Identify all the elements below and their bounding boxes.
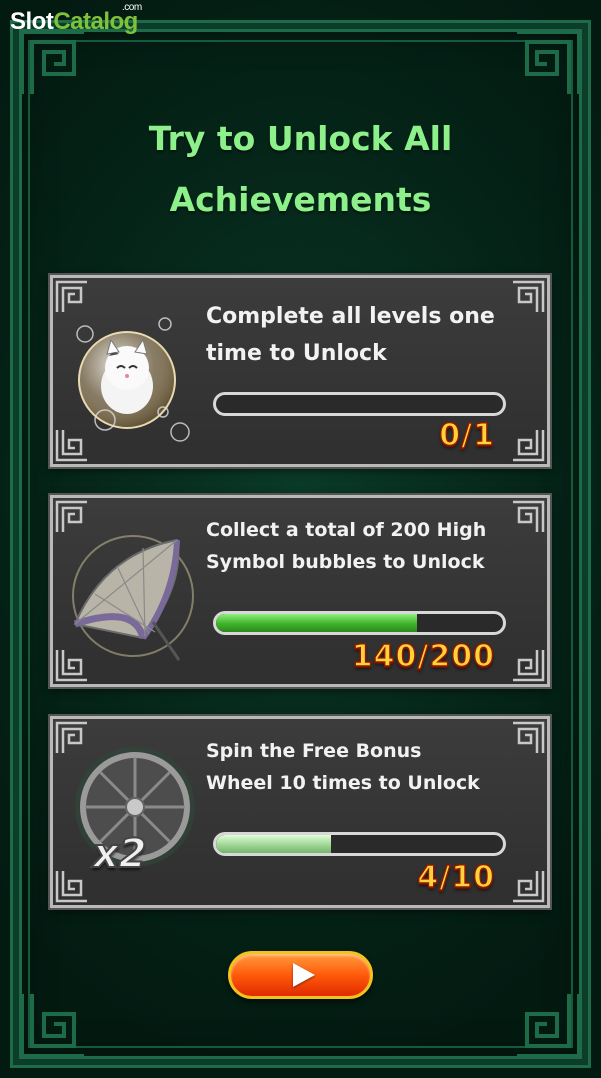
play-icon: [292, 963, 315, 987]
play-button[interactable]: [228, 951, 373, 999]
progress-count: 4/10: [417, 859, 495, 896]
achievement-card-bubbles: Collect a total of 200 High Symbol bubbl…: [50, 495, 550, 687]
multiplier-badge: x2: [92, 830, 148, 878]
progress-fill: [216, 614, 417, 632]
fret-corner-icon: [513, 430, 545, 462]
fret-corner-icon: [513, 650, 545, 682]
desc-line-2: time to Unlock: [206, 341, 387, 366]
progress-count: 140/200: [351, 638, 495, 675]
lucky-cat-bubble-icon: [76, 317, 190, 442]
progress-bar: [213, 832, 506, 856]
umbrella-icon: [72, 535, 194, 661]
fret-corner-icon: [517, 994, 581, 1058]
progress-count: 0/1: [439, 417, 495, 454]
desc-line-2: Symbol bubbles to Unlock: [206, 551, 485, 573]
watermark-com: .com: [122, 2, 142, 13]
progress-bar: [213, 392, 506, 416]
desc-line-1: Collect a total of 200 High: [206, 519, 487, 541]
fret-corner-icon: [513, 280, 545, 312]
achievement-description: Spin the Free Bonus Wheel 10 times to Un…: [206, 735, 480, 799]
progress-fill: [216, 835, 331, 853]
fret-corner-icon: [20, 994, 84, 1058]
desc-line-1: Complete all levels one: [206, 304, 495, 329]
fret-corner-icon: [517, 30, 581, 94]
achievement-card-levels: Complete all levels one time to Unlock 0…: [50, 275, 550, 467]
fret-corner-icon: [513, 721, 545, 753]
desc-line-2: Wheel 10 times to Unlock: [206, 772, 480, 794]
fret-corner-icon: [513, 500, 545, 532]
fret-corner-icon: [513, 871, 545, 903]
page-title: Try to Unlock All Achievements: [0, 108, 601, 230]
title-line-2: Achievements: [169, 180, 432, 219]
achievement-description: Collect a total of 200 High Symbol bubbl…: [206, 514, 486, 578]
fret-corner-icon: [20, 30, 84, 94]
progress-bar: [213, 611, 506, 635]
watermark-slot: Slot: [10, 8, 54, 35]
achievement-description: Complete all levels one time to Unlock: [206, 298, 495, 372]
title-line-1: Try to Unlock All: [148, 119, 453, 158]
slotcatalog-watermark: SlotCatalog .com: [10, 2, 142, 36]
desc-line-1: Spin the Free Bonus: [206, 740, 422, 762]
achievement-card-wheel: x2 Spin the Free Bonus Wheel 10 times to…: [50, 716, 550, 908]
